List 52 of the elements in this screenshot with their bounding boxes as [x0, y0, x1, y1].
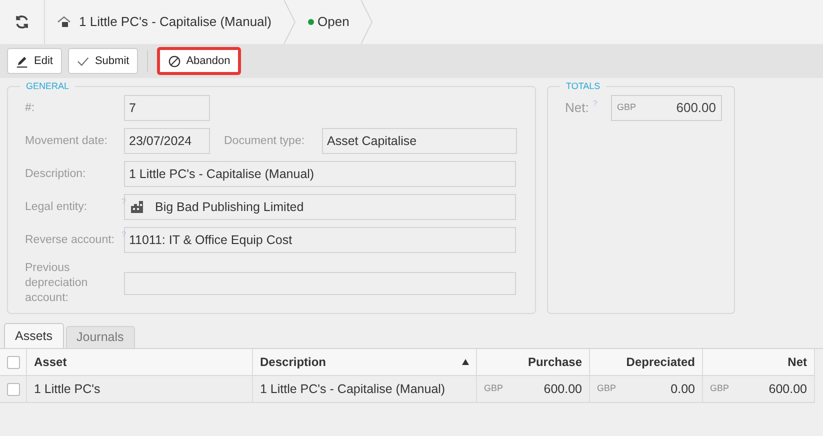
- help-mark: ?: [122, 228, 126, 240]
- breadcrumb-separator: [361, 0, 374, 44]
- sort-icon[interactable]: [462, 359, 469, 365]
- column-header[interactable]: Purchase: [477, 349, 590, 375]
- input-field[interactable]: [124, 272, 516, 295]
- column-header[interactable]: Description: [253, 349, 477, 375]
- toolbar-button[interactable]: Abandon: [157, 47, 242, 75]
- table-cell-text: 1 Little PC's: [34, 380, 100, 398]
- input-field[interactable]: Big Bad Publishing Limited: [124, 194, 516, 220]
- field-label: Previous depreciation account:: [25, 261, 89, 306]
- field-label: Net:: [565, 99, 589, 118]
- table-cell-text: 600.00: [544, 380, 582, 398]
- status-label: Open: [318, 13, 350, 32]
- amount-field[interactable]: GBP 600.00: [611, 95, 722, 121]
- breadcrumb-title[interactable]: 1 Little PC's - Capitalise (Manual): [79, 12, 272, 32]
- currency-label: GBP: [710, 382, 730, 396]
- help-mark: ?: [122, 196, 126, 208]
- field-label: Document type:: [224, 134, 305, 148]
- checkbox[interactable]: [6, 356, 20, 368]
- field-label: Reverse account:: [25, 232, 114, 248]
- input-field[interactable]: Asset Capitalise: [322, 128, 517, 154]
- column-header[interactable]: Depreciated: [590, 349, 703, 375]
- house-icon: [57, 15, 71, 29]
- input-field[interactable]: 1 Little PC's - Capitalise (Manual): [124, 161, 516, 187]
- checkbox[interactable]: [6, 382, 20, 396]
- factory-icon: [131, 201, 145, 213]
- input-field[interactable]: 7: [124, 95, 210, 121]
- table-cell-text: 0.00: [670, 380, 695, 398]
- tab[interactable]: Journals: [66, 326, 135, 348]
- refresh-icon[interactable]: [14, 14, 30, 30]
- section-title: TOTALS: [560, 81, 606, 92]
- ban-icon: [168, 54, 182, 68]
- pencil-icon: [16, 54, 29, 68]
- field-label: #:: [25, 100, 35, 116]
- table-cell-text: 1 Little PC's - Capitalise (Manual): [260, 380, 446, 398]
- currency-label: GBP: [597, 382, 616, 396]
- toolbar-button[interactable]: Edit: [7, 48, 62, 74]
- tab[interactable]: Assets: [4, 323, 64, 348]
- field-label: Legal entity:: [25, 200, 88, 214]
- input-field[interactable]: 11011: IT & Office Equip Cost: [124, 227, 516, 253]
- column-header[interactable]: Net: [703, 349, 815, 375]
- currency-label: GBP: [484, 382, 504, 396]
- check-icon: [76, 54, 90, 68]
- breadcrumb-separator: [284, 0, 296, 44]
- table-cell-text: 600.00: [768, 380, 807, 398]
- field-label: Description:: [25, 166, 86, 182]
- help-mark: ?: [592, 98, 598, 110]
- field-label: Movement date:: [25, 134, 108, 148]
- column-header[interactable]: Asset: [27, 349, 253, 375]
- input-field[interactable]: 23/07/2024: [124, 128, 210, 154]
- toolbar-button[interactable]: Submit: [68, 48, 138, 74]
- section-title: GENERAL: [20, 81, 76, 92]
